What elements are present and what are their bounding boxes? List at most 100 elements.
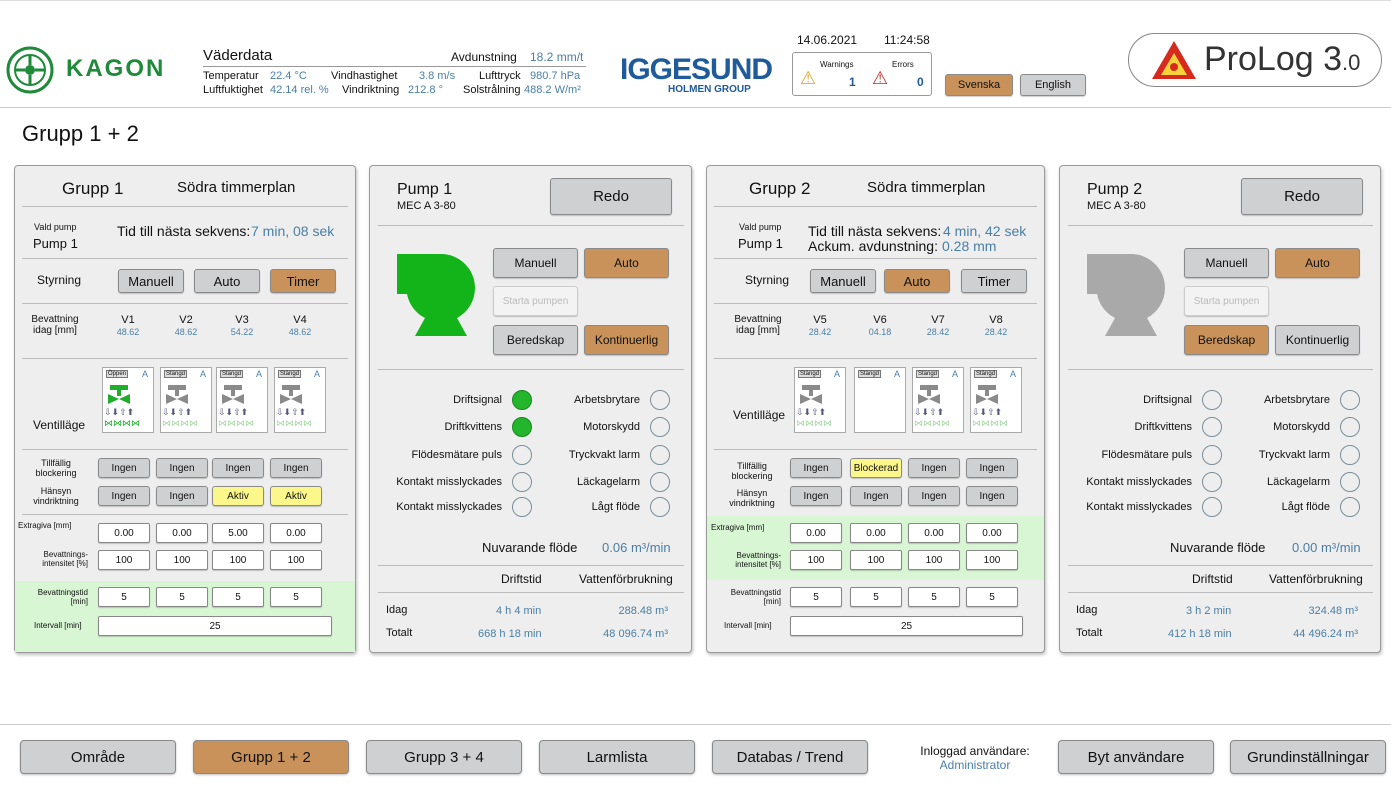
pump1-signal-left-light-0 bbox=[512, 390, 532, 410]
grupp2-valve-state-2: Stängd bbox=[916, 370, 940, 378]
lang-en-button[interactable]: English bbox=[1020, 74, 1086, 96]
nav-byt-button[interactable]: Byt användare bbox=[1058, 740, 1214, 774]
g1-extra-label: Extragiva [mm] bbox=[18, 521, 72, 530]
g2-tid-label2: Bevattningstid [min] bbox=[730, 588, 781, 606]
nav-grupp34-button[interactable]: Grupp 3 + 4 bbox=[366, 740, 522, 774]
pump1-auto-button[interactable]: Auto bbox=[584, 248, 669, 278]
grupp1-blocking-button-0[interactable]: Ingen bbox=[98, 458, 150, 478]
grupp2-intens-input-2[interactable]: 100 bbox=[908, 550, 960, 570]
grupp2-valve-name-1: V6 bbox=[873, 314, 887, 326]
g2-manuell-button[interactable]: Manuell bbox=[810, 269, 876, 293]
pump1-signal-right-light-1 bbox=[650, 417, 670, 437]
pump1-starta-button[interactable]: Starta pumpen bbox=[493, 286, 578, 316]
grupp2-valve-value-1: 04.18 bbox=[868, 327, 892, 337]
grupp1-tid-input-2[interactable]: 5 bbox=[212, 587, 264, 607]
grupp1-extra-input-0[interactable]: 0.00 bbox=[98, 523, 150, 543]
grupp2-intens-input-1[interactable]: 100 bbox=[850, 550, 902, 570]
grupp2-blocking-button-1[interactable]: Blockerad bbox=[850, 458, 902, 478]
errors-label: Errors bbox=[892, 60, 914, 69]
grupp1-blocking-button-2[interactable]: Ingen bbox=[212, 458, 264, 478]
grupp1-intens-input-3[interactable]: 100 bbox=[270, 550, 322, 570]
pump2-auto-button[interactable]: Auto bbox=[1275, 248, 1360, 278]
g1-bev-label: Bevattning idag [mm] bbox=[31, 314, 79, 336]
grupp2-tid-input-0[interactable]: 5 bbox=[790, 587, 842, 607]
g2-intervall-input[interactable]: 25 bbox=[790, 616, 1023, 636]
pump1-manuell-button[interactable]: Manuell bbox=[493, 248, 578, 278]
tid-value: 7 min, 08 sek bbox=[251, 223, 335, 239]
grupp1-tid-input-0[interactable]: 5 bbox=[98, 587, 150, 607]
g2-tid-label: Tid till nästa sekvens: bbox=[808, 223, 942, 239]
grupp2-title: Grupp 2 bbox=[749, 179, 811, 198]
pump2-signal-right-3: Läckagelarm bbox=[1267, 476, 1330, 488]
grupp2-intens-input-3[interactable]: 100 bbox=[966, 550, 1018, 570]
grupp1-blocking-button-3[interactable]: Ingen bbox=[270, 458, 322, 478]
press-label: Lufttryck bbox=[479, 70, 521, 82]
g1-ventillage-label: Ventilläge bbox=[33, 418, 86, 432]
grupp2-blocking-button-2[interactable]: Ingen bbox=[908, 458, 960, 478]
grupp2-extra-input-0[interactable]: 0.00 bbox=[790, 523, 842, 543]
warnings-count: 1 bbox=[849, 75, 856, 89]
pump2-signal-left-light-4 bbox=[1202, 497, 1222, 517]
grupp1-blocking-button-1[interactable]: Ingen bbox=[156, 458, 208, 478]
grupp2-wind-button-3[interactable]: Ingen bbox=[966, 486, 1018, 506]
grupp2-tid-input-3[interactable]: 5 bbox=[966, 587, 1018, 607]
pump2-status-button[interactable]: Redo bbox=[1241, 178, 1363, 215]
grupp2-tid-input-1[interactable]: 5 bbox=[850, 587, 902, 607]
grupp2-valve-arrows-icon-0: ⇩⬇⇧⬆ bbox=[796, 407, 827, 417]
grupp1-intens-input-0[interactable]: 100 bbox=[98, 550, 150, 570]
pump1-signal-right-light-2 bbox=[650, 445, 670, 465]
pump2-kontinuerlig-button[interactable]: Kontinuerlig bbox=[1275, 325, 1360, 355]
grupp2-extra-input-2[interactable]: 0.00 bbox=[908, 523, 960, 543]
grupp2-valve-bottom-icon-0: ⋈⋈⋈⋈ bbox=[796, 418, 832, 428]
grupp1-intens-input-2[interactable]: 100 bbox=[212, 550, 264, 570]
grupp1-tid-input-1[interactable]: 5 bbox=[156, 587, 208, 607]
wind-label: Vindhastighet bbox=[331, 70, 398, 82]
vald-pump-label: Vald pump bbox=[34, 222, 77, 232]
grupp1-extra-input-1[interactable]: 0.00 bbox=[156, 523, 208, 543]
grupp2-wind-button-2[interactable]: Ingen bbox=[908, 486, 960, 506]
grupp1-wind-button-3[interactable]: Aktiv bbox=[270, 486, 322, 506]
pump1-signal-right-light-0 bbox=[650, 390, 670, 410]
grupp1-valve-name-0: V1 bbox=[121, 314, 135, 326]
grupp1-tid-input-3[interactable]: 5 bbox=[270, 587, 322, 607]
g1-intervall-input[interactable]: 25 bbox=[98, 616, 332, 636]
grupp1-wind-button-2[interactable]: Aktiv bbox=[212, 486, 264, 506]
pump2-title: Pump 2 bbox=[1087, 181, 1143, 198]
g1-manuell-button[interactable]: Manuell bbox=[118, 269, 184, 293]
pump2-beredskap-button[interactable]: Beredskap bbox=[1184, 325, 1269, 355]
g1-auto-button[interactable]: Auto bbox=[194, 269, 260, 293]
nav-grupp12-button[interactable]: Grupp 1 + 2 bbox=[193, 740, 349, 774]
nav-grund-button[interactable]: Grundinställningar bbox=[1230, 740, 1386, 774]
grupp2-intens-input-0[interactable]: 100 bbox=[790, 550, 842, 570]
pump1-totalt-label: Totalt bbox=[386, 627, 413, 639]
pump2-starta-button[interactable]: Starta pumpen bbox=[1184, 286, 1269, 316]
grupp1-wind-button-1[interactable]: Ingen bbox=[156, 486, 208, 506]
g2-auto-button[interactable]: Auto bbox=[884, 269, 950, 293]
pump1-kontinuerlig-button[interactable]: Kontinuerlig bbox=[584, 325, 669, 355]
pump1-flow-label: Nuvarande flöde bbox=[482, 540, 578, 555]
grupp2-wind-button-0[interactable]: Ingen bbox=[790, 486, 842, 506]
pump1-status-button[interactable]: Redo bbox=[550, 178, 672, 215]
root: KAGON Väderdata Temperatur 22.4 °C Luftf… bbox=[0, 0, 1391, 788]
nav-larmlista-button[interactable]: Larmlista bbox=[539, 740, 695, 774]
pump1-beredskap-button[interactable]: Beredskap bbox=[493, 325, 578, 355]
nav-databas-button[interactable]: Databas / Trend bbox=[712, 740, 868, 774]
grupp2-blocking-button-3[interactable]: Ingen bbox=[966, 458, 1018, 478]
grupp2-extra-input-1[interactable]: 0.00 bbox=[850, 523, 902, 543]
g2-timer-button[interactable]: Timer bbox=[961, 269, 1027, 293]
grupp1-extra-input-3[interactable]: 0.00 bbox=[270, 523, 322, 543]
grupp2-extra-input-3[interactable]: 0.00 bbox=[966, 523, 1018, 543]
g1-tid-label: Bevattningstid [min] bbox=[37, 588, 88, 606]
grupp2-blocking-button-0[interactable]: Ingen bbox=[790, 458, 842, 478]
nav-omrade-button[interactable]: Område bbox=[20, 740, 176, 774]
grupp1-intens-input-1[interactable]: 100 bbox=[156, 550, 208, 570]
pump2-tot-tid: 412 h 18 min bbox=[1168, 628, 1232, 640]
lang-sv-button[interactable]: Svenska bbox=[945, 74, 1013, 96]
grupp2-wind-button-1[interactable]: Ingen bbox=[850, 486, 902, 506]
grupp2-tid-input-2[interactable]: 5 bbox=[908, 587, 960, 607]
g1-timer-button[interactable]: Timer bbox=[270, 269, 336, 293]
pump1-idag-label: Idag bbox=[386, 604, 408, 616]
grupp1-extra-input-2[interactable]: 5.00 bbox=[212, 523, 264, 543]
pump2-manuell-button[interactable]: Manuell bbox=[1184, 248, 1269, 278]
grupp1-wind-button-0[interactable]: Ingen bbox=[98, 486, 150, 506]
